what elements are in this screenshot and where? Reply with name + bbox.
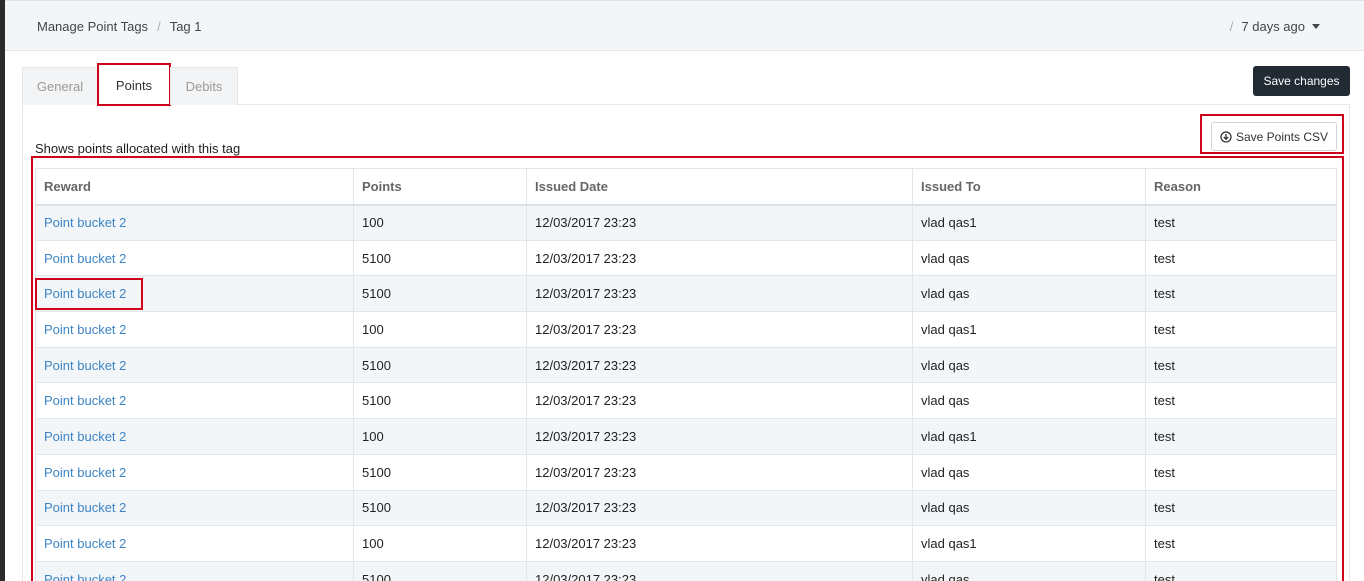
separator: / bbox=[1229, 19, 1234, 34]
tab-general[interactable]: General bbox=[22, 67, 98, 105]
save-points-csv-button[interactable]: Save Points CSV bbox=[1211, 122, 1337, 151]
breadcrumb-separator: / bbox=[157, 19, 161, 34]
breadcrumb-current: Tag 1 bbox=[169, 19, 202, 34]
table-highlight bbox=[31, 156, 1344, 581]
save-points-csv-label: Save Points CSV bbox=[1235, 129, 1329, 144]
sidebar-edge bbox=[0, 0, 5, 581]
breadcrumb: Manage Point Tags / Tag 1 bbox=[37, 19, 202, 34]
save-changes-button[interactable]: Save changes bbox=[1253, 66, 1350, 96]
top-bar: Manage Point Tags / Tag 1 / 7 days ago bbox=[5, 0, 1364, 51]
points-description: Shows points allocated with this tag bbox=[35, 141, 241, 156]
time-filter-label: 7 days ago bbox=[1241, 19, 1305, 34]
tab-bar: General Points Debits bbox=[22, 63, 238, 106]
caret-down-icon bbox=[1312, 24, 1320, 29]
time-filter-dropdown[interactable]: / 7 days ago bbox=[1230, 19, 1320, 34]
breadcrumb-parent[interactable]: Manage Point Tags bbox=[37, 19, 148, 34]
tab-debits[interactable]: Debits bbox=[170, 67, 238, 105]
tab-points[interactable]: Points bbox=[97, 63, 171, 106]
download-circle-icon bbox=[1220, 130, 1232, 143]
